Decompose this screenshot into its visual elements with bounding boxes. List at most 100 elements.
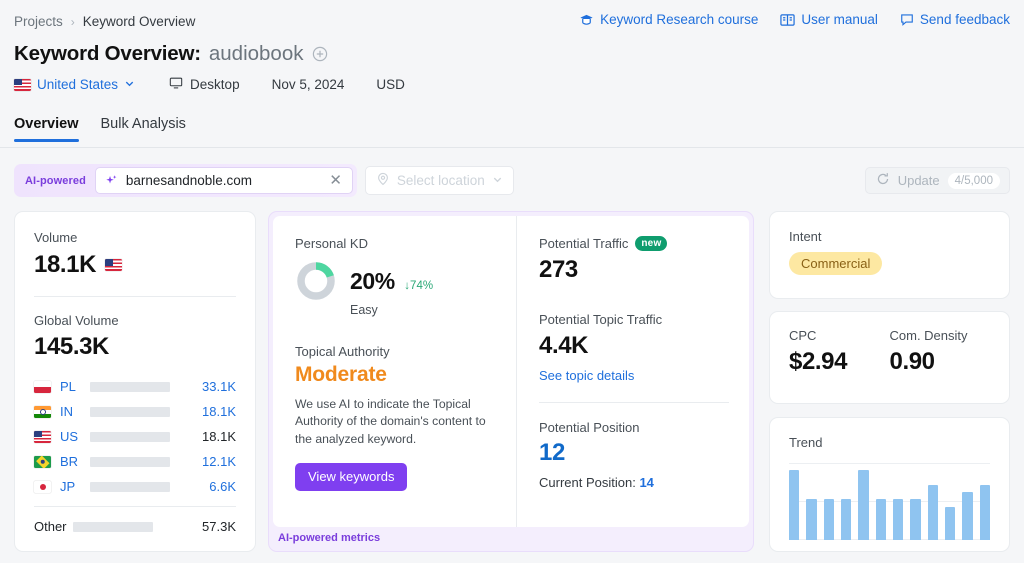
country-bar	[90, 406, 170, 417]
position-divider	[539, 402, 729, 403]
volume-card: Volume 18.1K Global Volume 145.3K PL 33.…	[14, 211, 256, 552]
trend-bar	[858, 470, 869, 540]
search-row: AI-powered barnesandnoble.com ✕ Select l…	[14, 164, 514, 197]
country-code: BR	[60, 454, 79, 469]
trend-bar	[892, 499, 904, 540]
jp-flag-icon	[34, 480, 51, 493]
see-topic-details-link[interactable]: See topic details	[539, 368, 729, 383]
keyword-overview-page: Projects › Keyword Overview Keyword Rese…	[0, 0, 1024, 563]
current-position-label: Current Position:	[539, 475, 636, 490]
country-value: 6.6K	[209, 479, 236, 494]
trend-bar	[962, 492, 973, 540]
table-row-other: Other 57.3K	[15, 514, 255, 539]
user-manual-link[interactable]: User manual	[780, 12, 878, 27]
topical-authority-value: Moderate	[295, 363, 387, 386]
country-code: US	[60, 429, 79, 444]
com-density-value: 0.90	[889, 348, 936, 375]
com-density-label: Com. Density	[889, 328, 968, 343]
intent-chip: Commercial	[789, 252, 883, 275]
chat-icon	[900, 13, 914, 27]
status-badge: new	[635, 236, 668, 251]
kd-donut-chart	[295, 260, 337, 302]
send-feedback-label: Send feedback	[919, 12, 1010, 27]
other-label: Other	[34, 519, 67, 534]
trend-card: Trend	[769, 417, 1010, 552]
other-value: 57.3K	[202, 519, 236, 534]
location-select[interactable]: Select location	[364, 166, 514, 195]
cpc-value: $2.94	[789, 348, 848, 375]
country-value: 12.1K	[202, 454, 236, 469]
send-feedback-link[interactable]: Send feedback	[900, 12, 1010, 27]
global-volume-value: 145.3K	[34, 333, 109, 360]
close-icon[interactable]: ✕	[327, 173, 344, 188]
potential-traffic-label-row: Potential Traffic new	[539, 236, 729, 251]
cpc-section: CPC $2.94 Com. Density 0.90	[770, 312, 1009, 376]
breadcrumb-current: Keyword Overview	[82, 14, 196, 29]
volume-value: 18.1K	[34, 251, 97, 278]
trend-bar-chart	[789, 463, 990, 540]
us-flag-icon	[14, 78, 31, 91]
country-bar	[90, 481, 170, 492]
us-flag-icon	[34, 430, 51, 443]
trend-bar	[979, 485, 990, 540]
cpc-label: CPC	[789, 328, 817, 343]
personal-kd-delta: ↓74%	[404, 279, 434, 292]
country-code: JP	[60, 479, 76, 494]
intent-section: Intent Commercial	[770, 212, 1009, 275]
view-keywords-button[interactable]: View keywords	[295, 462, 408, 491]
user-manual-label: User manual	[801, 12, 878, 27]
update-label: Update	[897, 173, 940, 188]
country-value: 18.1K	[202, 429, 236, 444]
current-position: Current Position: 14	[539, 475, 729, 490]
country-value: 33.1K	[202, 379, 236, 394]
tab-divider	[0, 147, 1024, 148]
personal-kd-value: 20%	[350, 267, 395, 294]
topical-authority-description: We use AI to indicate the Topical Author…	[295, 397, 486, 446]
intent-label: Intent	[789, 229, 822, 244]
table-row[interactable]: US 18.1K	[34, 424, 236, 449]
trend-bar	[840, 499, 852, 540]
meta-row: United States Desktop Nov 5, 2024 USD	[14, 76, 405, 93]
volume-section: Volume 18.1K	[15, 212, 255, 279]
desktop-icon	[169, 76, 183, 93]
trend-bar	[806, 499, 817, 540]
table-row[interactable]: JP 6.6K	[34, 474, 236, 499]
refresh-icon	[876, 172, 890, 189]
trend-bar	[910, 499, 921, 540]
personal-kd-difficulty: Easy	[350, 303, 378, 317]
update-button[interactable]: Update 4/5,000	[864, 167, 1010, 194]
update-quota: 4/5,000	[947, 172, 1000, 189]
sparkle-icon	[105, 174, 118, 187]
trend-bar	[789, 470, 800, 540]
current-position-value: 14	[639, 475, 654, 490]
ai-powered-label: AI-powered	[25, 174, 86, 187]
tab-overview[interactable]: Overview	[14, 116, 79, 142]
breadcrumb-separator-icon: ›	[70, 14, 75, 29]
ai-domain-search: AI-powered barnesandnoble.com ✕	[14, 164, 357, 197]
trend-bar	[823, 499, 834, 540]
domain-input[interactable]: barnesandnoble.com ✕	[94, 167, 353, 194]
add-keyword-icon[interactable]	[312, 46, 328, 62]
trend-bar	[944, 507, 956, 540]
country-selector[interactable]: United States	[14, 77, 135, 92]
table-row[interactable]: PL 33.1K	[34, 374, 236, 399]
breadcrumb-projects[interactable]: Projects	[14, 14, 63, 29]
ai-metrics-card: Personal KD 20% ↓74% Easy Topical Author…	[268, 211, 754, 552]
country-label: United States	[37, 77, 119, 92]
table-row[interactable]: IN 18.1K	[34, 399, 236, 424]
tab-bulk-analysis[interactable]: Bulk Analysis	[101, 116, 186, 142]
keyword-research-course-link[interactable]: Keyword Research course	[579, 12, 758, 27]
competitive-density-block: Com. Density 0.90	[890, 328, 991, 376]
chevron-down-icon	[124, 77, 135, 92]
potential-topic-traffic-value: 4.4K	[539, 332, 589, 359]
personal-kd-label: Personal KD	[295, 236, 368, 251]
intent-card: Intent Commercial	[769, 211, 1010, 299]
table-row[interactable]: BR 12.1K	[34, 449, 236, 474]
in-flag-icon	[34, 405, 51, 418]
location-placeholder: Select location	[396, 173, 485, 188]
location-pin-icon	[376, 172, 390, 189]
device-label: Desktop	[190, 77, 240, 92]
potential-position-label: Potential Position	[539, 420, 640, 435]
potential-traffic-label: Potential Traffic	[539, 236, 629, 251]
country-code: IN	[60, 404, 73, 419]
